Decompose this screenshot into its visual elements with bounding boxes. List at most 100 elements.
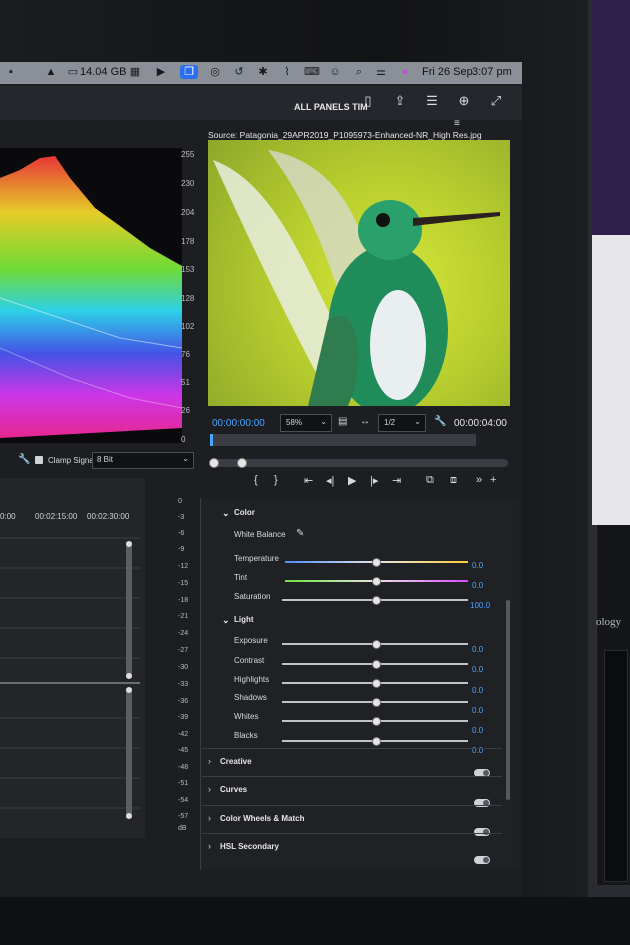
tint-value[interactable]: 0.0 xyxy=(472,581,483,590)
mark-in-icon[interactable]: { xyxy=(254,474,258,486)
clamp-signal-checkbox[interactable] xyxy=(35,456,43,464)
chevron-right-icon: › xyxy=(208,784,211,794)
scope-tick: 51 xyxy=(181,378,190,387)
go-to-in-icon[interactable]: ⇤ xyxy=(304,474,313,487)
play-circle-icon[interactable]: ▶ xyxy=(154,65,168,79)
panel-menu-icon[interactable]: ≡ xyxy=(454,118,460,129)
blacks-knob[interactable] xyxy=(372,737,381,746)
menu-icon[interactable]: ▪ xyxy=(4,65,18,79)
scope-tick: 230 xyxy=(181,179,195,188)
hsl-secondary-section[interactable]: › HSL Secondary xyxy=(202,833,502,864)
video-preview xyxy=(208,140,510,406)
creative-section[interactable]: › Creative xyxy=(202,748,502,777)
duration-timecode: 00:00:04:00 xyxy=(454,418,507,429)
meter-tick: -54 xyxy=(178,797,189,804)
zoom-select[interactable]: 58% ⌄ xyxy=(280,414,332,432)
source-label[interactable]: Source: Patagonia_29APR2019_P1095973-Enh… xyxy=(208,130,482,140)
resolution-select[interactable]: 1/2 ⌄ xyxy=(378,414,426,432)
scope-tick: 178 xyxy=(181,237,195,246)
shadows-value[interactable]: 0.0 xyxy=(472,706,483,715)
siri-icon[interactable]: ● xyxy=(398,65,412,79)
background-monitor xyxy=(592,0,630,235)
screens-icon[interactable]: ❐ xyxy=(180,65,198,79)
scope-tick: 76 xyxy=(181,350,190,359)
zoom-handle-left[interactable] xyxy=(209,458,219,468)
lumetri-scrollbar[interactable] xyxy=(506,600,510,800)
menubar-date[interactable]: Fri 26 Sep xyxy=(422,66,473,78)
saturation-knob[interactable] xyxy=(372,596,381,605)
app-toolbar xyxy=(0,86,522,120)
list-icon[interactable]: ☰ xyxy=(424,93,440,109)
light-section-title[interactable]: Light xyxy=(234,615,254,624)
meter-tick: -24 xyxy=(178,630,189,637)
history-icon[interactable]: ↺ xyxy=(232,65,246,79)
step-back-icon[interactable]: ◂| xyxy=(326,474,334,487)
highlights-knob[interactable] xyxy=(372,679,381,688)
share-icon[interactable]: ⇪ xyxy=(392,93,408,109)
wrench-icon[interactable]: 🔧 xyxy=(18,454,30,465)
search-icon[interactable]: ⌕ xyxy=(352,65,366,79)
zoom-scroll-bar[interactable] xyxy=(209,458,508,468)
grid-icon[interactable]: ▦ xyxy=(128,65,142,79)
meter-tick: -39 xyxy=(178,714,189,721)
control-center-icon[interactable]: ⚌ xyxy=(374,65,388,79)
fullscreen-icon[interactable]: ⤢ xyxy=(488,93,504,109)
panel-layout-icon[interactable]: ▯ xyxy=(360,93,376,109)
whites-value[interactable]: 0.0 xyxy=(472,726,483,735)
add-icon[interactable]: + xyxy=(490,474,496,486)
insert-icon[interactable]: ⧉ xyxy=(426,474,434,487)
device-slot xyxy=(604,650,628,882)
settings-wrench-icon[interactable]: 🔧 xyxy=(434,416,446,427)
eyedropper-icon[interactable]: ✎ xyxy=(296,528,304,539)
bit-depth-select[interactable]: 8 Bit ⌄ xyxy=(92,452,194,469)
bluetooth-icon[interactable]: ✱ xyxy=(256,65,270,79)
airdrop-icon[interactable]: ◎ xyxy=(208,65,222,79)
menubar-time[interactable]: 3:07 pm xyxy=(472,66,512,78)
saturation-label: Saturation xyxy=(234,592,271,601)
drive-icon[interactable]: ▭ xyxy=(66,65,80,79)
user-icon[interactable]: ☺ xyxy=(328,65,342,79)
background-monitor-lower xyxy=(592,235,630,525)
temperature-value[interactable]: 0.0 xyxy=(472,561,483,570)
go-to-out-icon[interactable]: ⇥ xyxy=(392,474,401,487)
saturation-value[interactable]: 100.0 xyxy=(470,601,490,610)
whites-knob[interactable] xyxy=(372,717,381,726)
fit-icon[interactable]: ↔ xyxy=(360,416,370,427)
color-wheels-section[interactable]: › Color Wheels & Match xyxy=(202,805,502,836)
keyboard-icon[interactable]: ⌨ xyxy=(304,65,320,79)
playhead[interactable] xyxy=(210,434,213,446)
scope-tick: 128 xyxy=(181,294,195,303)
color-section-title[interactable]: Color xyxy=(234,508,255,517)
more-icon[interactable]: » xyxy=(476,474,482,486)
storage-readout[interactable]: 14.04 GB xyxy=(80,66,126,78)
scrub-bar[interactable] xyxy=(210,434,476,446)
wifi-off-icon[interactable]: ⌇ xyxy=(280,65,294,79)
overwrite-icon[interactable]: ⧈ xyxy=(450,474,457,487)
curves-section[interactable]: › Curves xyxy=(202,776,502,807)
workspace-label[interactable]: ALL PANELS TIM xyxy=(294,102,368,112)
shadows-knob[interactable] xyxy=(372,698,381,707)
step-forward-icon[interactable]: |▸ xyxy=(370,474,378,487)
highlights-value[interactable]: 0.0 xyxy=(472,686,483,695)
scope-tick: 102 xyxy=(181,322,195,331)
contrast-value[interactable]: 0.0 xyxy=(472,665,483,674)
exposure-value[interactable]: 0.0 xyxy=(472,645,483,654)
mark-out-icon[interactable]: } xyxy=(274,474,278,486)
chevron-down-icon[interactable]: ⌄ xyxy=(222,615,230,626)
current-timecode[interactable]: 00:00:00:00 xyxy=(212,418,265,429)
exposure-knob[interactable] xyxy=(372,640,381,649)
zoom-icon[interactable]: ⊕ xyxy=(456,93,472,109)
contrast-knob[interactable] xyxy=(372,660,381,669)
app-icon[interactable]: ▲ xyxy=(44,65,58,79)
meter-tick: -3 xyxy=(178,514,185,521)
safe-margins-icon[interactable]: ▤ xyxy=(338,416,347,427)
temperature-knob[interactable] xyxy=(372,558,381,567)
white-balance-label: White Balance xyxy=(234,530,286,539)
meter-tick: dB xyxy=(178,825,187,832)
contrast-label: Contrast xyxy=(234,656,265,665)
hsl-secondary-toggle[interactable] xyxy=(474,856,490,864)
chevron-down-icon[interactable]: ⌄ xyxy=(222,508,230,519)
zoom-handle-right[interactable] xyxy=(237,458,247,468)
play-icon[interactable]: ▶ xyxy=(348,474,356,487)
tint-knob[interactable] xyxy=(372,577,381,586)
